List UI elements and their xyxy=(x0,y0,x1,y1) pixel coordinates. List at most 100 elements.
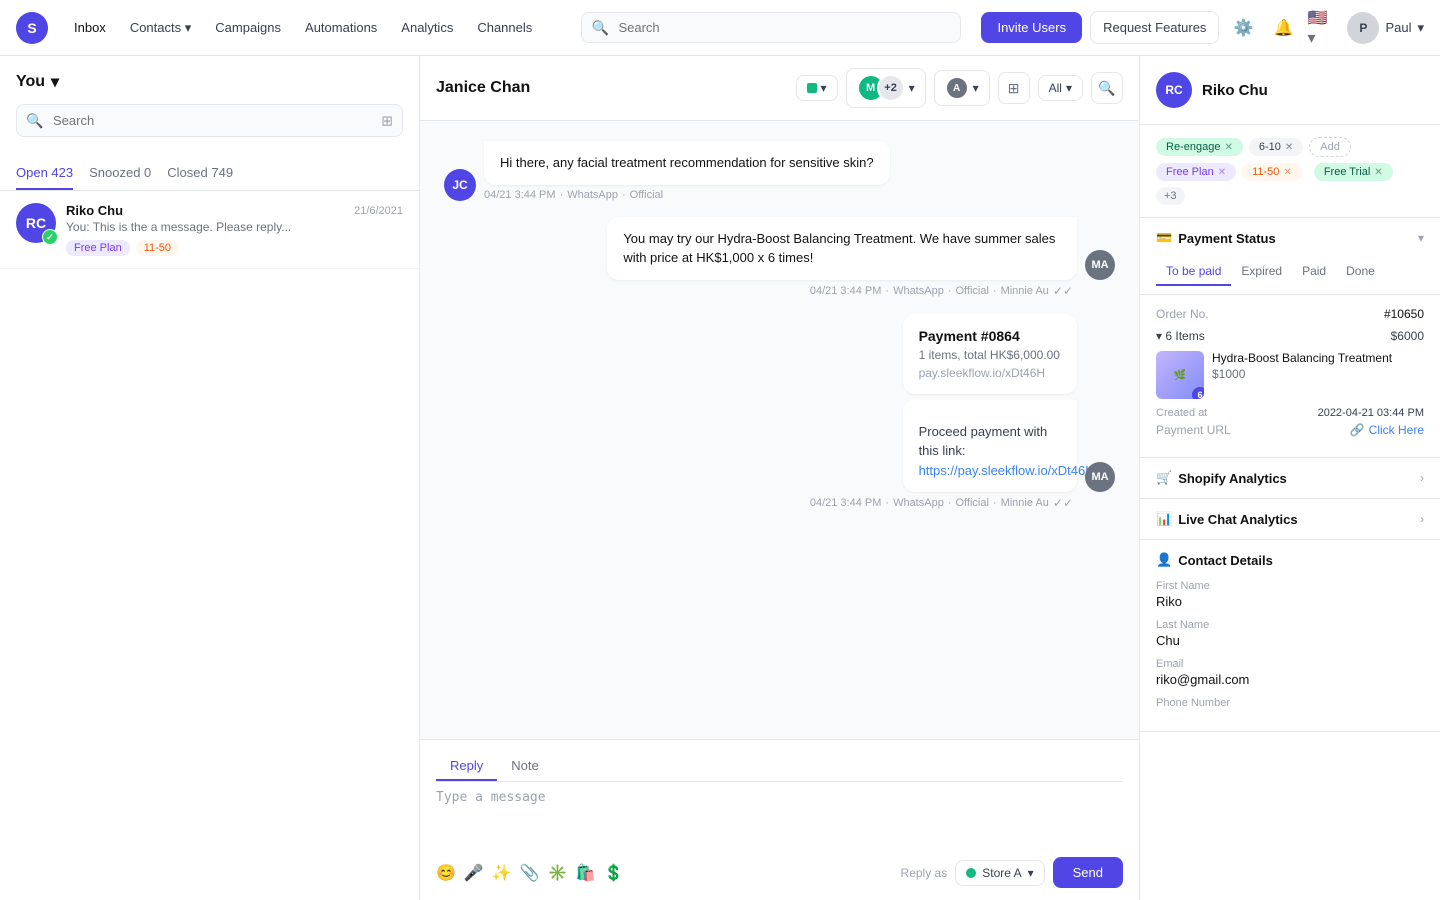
tab-snoozed[interactable]: Snoozed 0 xyxy=(89,157,151,190)
ptab-expired[interactable]: Expired xyxy=(1231,258,1292,286)
notifications-icon-btn[interactable]: 🔔 xyxy=(1267,12,1299,44)
global-search: 🔍 xyxy=(581,12,961,43)
product-price: $1000 xyxy=(1212,367,1424,381)
first-name-field: First Name Riko xyxy=(1156,580,1424,609)
user-menu[interactable]: P Paul ▾ xyxy=(1347,12,1424,44)
remove-tag-icon[interactable]: ✕ xyxy=(1218,167,1226,178)
nav-channels[interactable]: Channels xyxy=(467,14,542,42)
outgoing-row: MA You may try our Hydra-Boost Balancing… xyxy=(444,217,1115,280)
assignee-avatar: A xyxy=(945,76,969,100)
tag-6-10[interactable]: 6-10 ✕ xyxy=(1249,138,1303,156)
remove-tag-icon[interactable]: ✕ xyxy=(1283,167,1291,178)
payment-details: Order No. #10650 ▾ 6 Items $6000 🌿 6 xyxy=(1140,295,1440,457)
you-dropdown[interactable]: You ▾ xyxy=(16,72,403,92)
add-tag-button[interactable]: Add xyxy=(1309,137,1351,157)
contact-item[interactable]: RC ✓ Riko Chu 21/6/2021 You: This is the… xyxy=(0,191,419,269)
right-contact-header: RC Riko Chu xyxy=(1140,56,1440,125)
email-field: Email riko@gmail.com xyxy=(1156,658,1424,687)
message-input[interactable] xyxy=(436,790,1123,846)
language-selector[interactable]: 🇺🇸 ▾ xyxy=(1307,12,1339,44)
first-name-value: Riko xyxy=(1156,594,1424,609)
invite-users-button[interactable]: Invite Users xyxy=(981,12,1082,43)
nav-analytics[interactable]: Analytics xyxy=(391,14,463,42)
payment-url-value[interactable]: 🔗 Click Here xyxy=(1350,423,1424,437)
payment-status-section: 💳 Payment Status ▾ To be paid Expired Pa… xyxy=(1140,218,1440,458)
left-panel: You ▾ 🔍 ⊞ Open 423 Snoozed 0 Closed 749 … xyxy=(0,56,420,900)
request-features-button[interactable]: Request Features xyxy=(1090,11,1219,44)
search-icon: 🔍 xyxy=(591,19,608,36)
you-chevron-icon: ▾ xyxy=(51,72,59,92)
ptab-done[interactable]: Done xyxy=(1336,258,1385,286)
message-row-payment: MA Payment #0864 1 items, total HK$6,000… xyxy=(444,314,1115,511)
outgoing-meta: 04/21 3:44 PM · WhatsApp · Official · Mi… xyxy=(810,284,1073,298)
remove-tag-icon[interactable]: ✕ xyxy=(1224,142,1232,153)
channel-selector[interactable]: ▾ xyxy=(796,75,838,101)
items-label: ▾ 6 Items xyxy=(1156,329,1205,343)
assignee-chevron-icon: ▾ xyxy=(973,81,979,95)
nav-contacts[interactable]: Contacts ▾ xyxy=(120,14,201,42)
chat-search-icon[interactable]: 🔍 xyxy=(1091,72,1123,104)
store-selector[interactable]: Store A ▾ xyxy=(955,860,1044,886)
nav-inbox[interactable]: Inbox xyxy=(64,14,116,42)
chat-filter-icon[interactable]: ⊞ xyxy=(998,72,1030,104)
tab-closed[interactable]: Closed 749 xyxy=(167,157,233,190)
tag-re-engage[interactable]: Re-engage ✕ xyxy=(1156,138,1243,156)
payment-chevron-icon: ▾ xyxy=(1418,231,1424,245)
chat-contact-name: Janice Chan xyxy=(436,79,784,97)
tag-free-trial[interactable]: Free Trial ✕ xyxy=(1314,163,1393,181)
payment-url-label: Payment URL xyxy=(1156,423,1231,437)
contact-search-input[interactable] xyxy=(16,104,403,137)
cart-icon[interactable]: 🛍️ xyxy=(576,863,596,883)
nav-campaigns[interactable]: Campaigns xyxy=(205,14,291,42)
message-row-outgoing: MA You may try our Hydra-Boost Balancing… xyxy=(444,217,1115,298)
items-row[interactable]: ▾ 6 Items $6000 xyxy=(1156,329,1424,343)
tab-reply[interactable]: Reply xyxy=(436,752,497,781)
payment-url-link[interactable]: https://pay.sleekflow.io/xDt46H xyxy=(919,463,1095,478)
filter-icon[interactable]: ⊞ xyxy=(381,112,393,129)
more-tags[interactable]: +3 xyxy=(1156,187,1185,205)
ptab-paid[interactable]: Paid xyxy=(1292,258,1336,286)
tab-note[interactable]: Note xyxy=(497,752,552,781)
attachment-icon[interactable]: 📎 xyxy=(520,863,540,883)
contact-details-icon: 👤 xyxy=(1156,552,1172,568)
nav-automations[interactable]: Automations xyxy=(295,14,387,42)
remove-tag-icon[interactable]: ✕ xyxy=(1374,167,1382,178)
ptab-to-be-paid[interactable]: To be paid xyxy=(1156,258,1231,286)
tag-11-50-right[interactable]: 11-50 ✕ xyxy=(1242,163,1302,181)
payment-meta: 04/21 3:44 PM · WhatsApp · Official · Mi… xyxy=(810,496,1073,510)
contact-details-header[interactable]: 👤 Contact Details xyxy=(1156,552,1424,568)
app-logo[interactable]: S xyxy=(16,12,48,44)
template-icon[interactable]: ✳️ xyxy=(548,863,568,883)
main-layout: You ▾ 🔍 ⊞ Open 423 Snoozed 0 Closed 749 … xyxy=(0,56,1440,900)
send-button[interactable]: Send xyxy=(1053,857,1123,888)
settings-icon-btn[interactable]: ⚙️ xyxy=(1227,12,1259,44)
remove-tag-icon[interactable]: ✕ xyxy=(1285,142,1293,153)
product-info: Hydra-Boost Balancing Treatment $1000 xyxy=(1212,351,1424,399)
emoji-icon[interactable]: 😊 xyxy=(436,863,456,883)
all-filter-dropdown[interactable]: All ▾ xyxy=(1038,75,1083,101)
contact-info: Riko Chu 21/6/2021 You: This is the a me… xyxy=(66,203,403,256)
contact-list: RC ✓ Riko Chu 21/6/2021 You: This is the… xyxy=(0,191,419,900)
shopify-icon: 🛒 xyxy=(1156,470,1172,486)
user-name: Paul xyxy=(1385,20,1411,35)
audio-icon[interactable]: 🎤 xyxy=(464,863,484,883)
payment-status-header[interactable]: 💳 Payment Status ▾ xyxy=(1140,218,1440,258)
contact-details-title: Contact Details xyxy=(1178,553,1273,568)
shopify-analytics-title: 🛒 Shopify Analytics xyxy=(1156,470,1287,486)
ai-icon[interactable]: ✨ xyxy=(492,863,512,883)
assignee-selector[interactable]: A ▾ xyxy=(934,70,990,106)
tab-open[interactable]: Open 423 xyxy=(16,157,73,190)
contact-tags: Free Plan 11-50 xyxy=(66,240,403,256)
created-at-label: Created at xyxy=(1156,407,1207,419)
search-input[interactable] xyxy=(581,12,961,43)
tag-free-plan-right[interactable]: Free Plan ✕ xyxy=(1156,163,1236,181)
live-chat-analytics-section[interactable]: 📊 Live Chat Analytics › xyxy=(1140,499,1440,540)
shopify-analytics-section[interactable]: 🛒 Shopify Analytics › xyxy=(1140,458,1440,499)
agent-avatar-group[interactable]: M +2 ▾ xyxy=(846,68,926,108)
avatars: M +2 xyxy=(857,74,905,102)
payment-check-icon: ✓✓ xyxy=(1053,496,1073,510)
agent-avatar-payment: MA xyxy=(1085,462,1115,492)
payment-icon[interactable]: 💲 xyxy=(604,863,624,883)
last-name-field: Last Name Chu xyxy=(1156,619,1424,648)
nav-links: Inbox Contacts ▾ Campaigns Automations A… xyxy=(64,14,542,42)
